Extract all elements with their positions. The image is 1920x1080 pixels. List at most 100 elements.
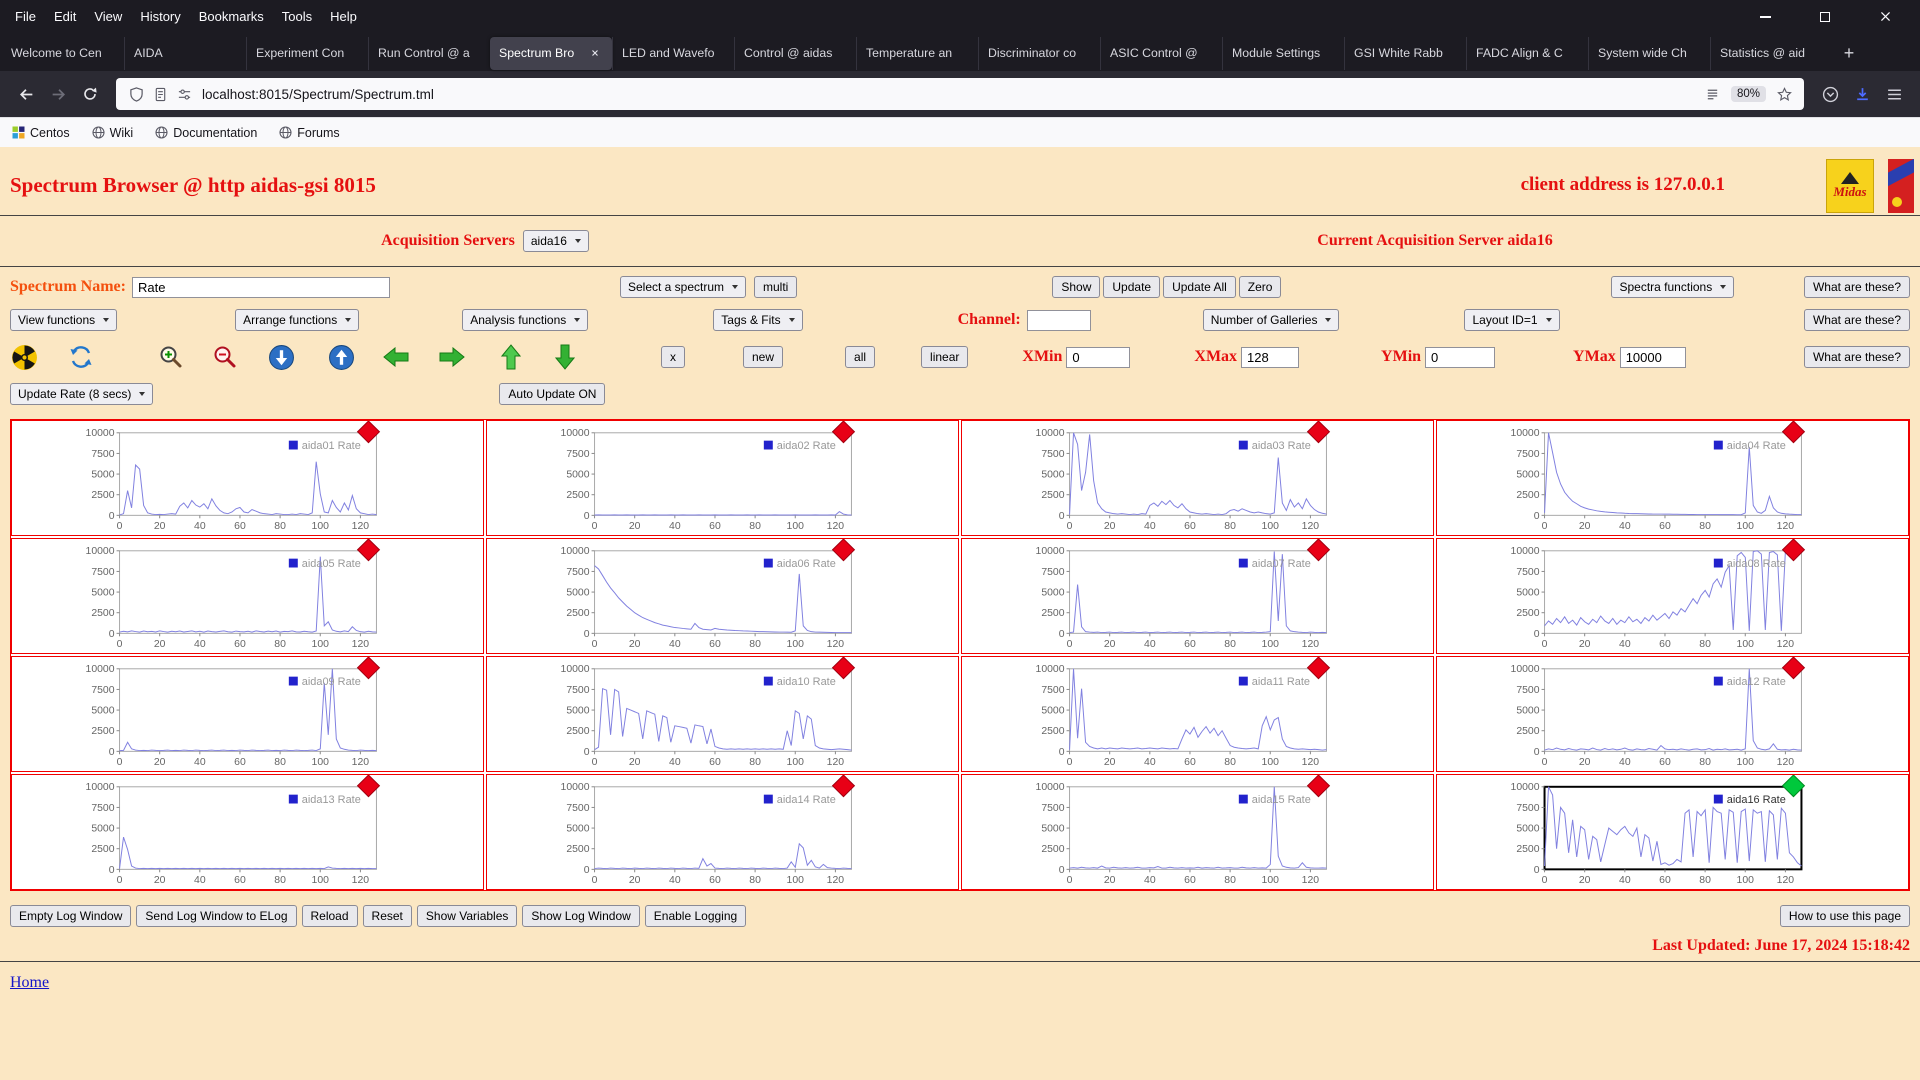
menu-edit[interactable]: Edit <box>45 5 85 28</box>
site-settings-icon[interactable] <box>172 83 196 105</box>
tags-fits-dropdown[interactable]: Tags & Fits <box>713 309 803 331</box>
update-rate-dropdown[interactable]: Update Rate (8 secs) <box>10 383 154 405</box>
zoom-out-icon[interactable] <box>211 343 239 371</box>
bookmark-centos[interactable]: Centos <box>12 126 70 140</box>
zero-button[interactable]: Zero <box>1238 276 1282 298</box>
menu-tools[interactable]: Tools <box>273 5 321 28</box>
new-tab-button[interactable]: + <box>1832 37 1866 70</box>
tab-experiment-con[interactable]: Experiment Con <box>246 36 368 70</box>
spectrum-panel-aida07[interactable]: 0 2500 5000 7500 10000 0 20 40 60 80 100 120 aida07 … <box>961 538 1434 654</box>
spectrum-panel-aida12[interactable]: 0 2500 5000 7500 10000 0 20 40 60 80 100 120 aida12 … <box>1436 656 1909 772</box>
bookmark-wiki[interactable]: Wiki <box>92 126 133 140</box>
analysis-functions-dropdown[interactable]: Analysis functions <box>462 309 589 331</box>
multi-button[interactable]: multi <box>754 276 798 298</box>
reset-button[interactable]: Reset <box>362 905 412 927</box>
layout-id-dropdown[interactable]: Layout ID=1 <box>1464 309 1560 331</box>
spectra-functions-dropdown[interactable]: Spectra functions <box>1611 276 1735 298</box>
spectrum-panel-aida15[interactable]: 0 2500 5000 7500 10000 0 20 40 60 80 100 120 aida15 … <box>961 774 1434 890</box>
tab-statistics-aid[interactable]: Statistics @ aid <box>1710 36 1832 70</box>
x-button[interactable]: x <box>661 346 685 368</box>
ymin-input[interactable] <box>1425 346 1496 368</box>
what-are-these-button-3[interactable]: What are these? <box>1803 346 1910 368</box>
tab-module-settings[interactable]: Module Settings <box>1222 36 1344 70</box>
xmin-input[interactable] <box>1066 346 1131 368</box>
empty-log-window-button[interactable]: Empty Log Window <box>10 905 132 927</box>
bookmark-forums[interactable]: Forums <box>279 126 340 140</box>
maximize-button[interactable] <box>1810 5 1840 29</box>
menu-help[interactable]: Help <box>321 5 366 28</box>
reload-button[interactable] <box>74 79 106 109</box>
tab-asic-control[interactable]: ASIC Control @ <box>1100 36 1222 70</box>
spectrum-panel-aida05[interactable]: 0 2500 5000 7500 10000 0 20 40 60 80 100 120 aida05 … <box>11 538 484 654</box>
menu-button[interactable] <box>1878 79 1910 109</box>
show-variables-button[interactable]: Show Variables <box>416 905 518 927</box>
tab-spectrum-bro[interactable]: Spectrum Bro <box>490 36 612 70</box>
send-log-window-to-elog-button[interactable]: Send Log Window to ELog <box>136 905 297 927</box>
bookmark-documentation[interactable]: Documentation <box>155 126 257 140</box>
tab-control-aidas[interactable]: Control @ aidas <box>734 36 856 70</box>
close-button[interactable] <box>1870 5 1900 29</box>
spectrum-panel-aida04[interactable]: 0 2500 5000 7500 10000 0 20 40 60 80 100 120 aida04 … <box>1436 420 1909 536</box>
circle-arrow-down-icon[interactable] <box>267 343 295 371</box>
page-info-icon[interactable] <box>148 83 172 105</box>
refresh-icon[interactable] <box>67 343 95 371</box>
arrow-left-icon[interactable] <box>382 343 410 371</box>
download-button[interactable] <box>1846 79 1878 109</box>
new-button[interactable]: new <box>743 346 784 368</box>
spectrum-panel-aida13[interactable]: 0 2500 5000 7500 10000 0 20 40 60 80 100 120 aida13 … <box>11 774 484 890</box>
tab-temperature-an[interactable]: Temperature an <box>856 36 978 70</box>
tab-discriminator-co[interactable]: Discriminator co <box>978 36 1100 70</box>
minimize-button[interactable] <box>1750 5 1780 29</box>
select-spectrum-dropdown[interactable]: Select a spectrum <box>619 276 747 298</box>
home-link[interactable]: Home <box>10 974 49 992</box>
show-button[interactable]: Show <box>1052 276 1101 298</box>
tab-close-icon[interactable] <box>587 45 603 61</box>
update-button[interactable]: Update <box>1103 276 1161 298</box>
reload-button[interactable]: Reload <box>301 905 358 927</box>
update-all-button[interactable]: Update All <box>1163 276 1236 298</box>
tab-run-control-a[interactable]: Run Control @ a <box>368 36 490 70</box>
spectrum-panel-aida08[interactable]: 0 2500 5000 7500 10000 0 20 40 60 80 100 120 aida08 … <box>1436 538 1909 654</box>
linear-button[interactable]: linear <box>921 346 969 368</box>
tab-aida[interactable]: AIDA <box>124 36 246 70</box>
arrow-up-icon[interactable] <box>497 343 525 371</box>
arrow-right-icon[interactable] <box>438 343 466 371</box>
what-are-these-button-1[interactable]: What are these? <box>1803 276 1910 298</box>
show-log-window-button[interactable]: Show Log Window <box>522 905 640 927</box>
reader-mode-icon[interactable] <box>1701 83 1725 105</box>
arrange-functions-dropdown[interactable]: Arrange functions <box>235 309 360 331</box>
tab-fadc-align-c[interactable]: FADC Align & C <box>1466 36 1588 70</box>
spectrum-panel-aida09[interactable]: 0 2500 5000 7500 10000 0 20 40 60 80 100 120 aida09 … <box>11 656 484 772</box>
zoom-in-icon[interactable] <box>157 343 185 371</box>
shield-icon[interactable] <box>124 83 148 105</box>
menu-view[interactable]: View <box>85 5 131 28</box>
spectrum-panel-aida01[interactable]: 0 2500 5000 7500 10000 0 20 40 60 80 100 120 aida01 … <box>11 420 484 536</box>
arrow-down-icon[interactable] <box>551 343 579 371</box>
acquisition-server-select[interactable]: aida16 <box>522 230 589 252</box>
spectrum-panel-aida03[interactable]: 0 2500 5000 7500 10000 0 20 40 60 80 100 120 aida03 … <box>961 420 1434 536</box>
spectrum-panel-aida02[interactable]: 0 2500 5000 7500 10000 0 20 40 60 80 100 120 aida02 … <box>486 420 959 536</box>
xmax-input[interactable] <box>1241 346 1300 368</box>
how-to-use-button[interactable]: How to use this page <box>1779 905 1910 927</box>
bookmark-star-icon[interactable] <box>1772 83 1796 105</box>
back-button[interactable] <box>10 79 42 109</box>
spectrum-panel-aida06[interactable]: 0 2500 5000 7500 10000 0 20 40 60 80 100 120 aida06 … <box>486 538 959 654</box>
spectrum-name-input[interactable] <box>131 276 390 298</box>
view-functions-dropdown[interactable]: View functions <box>10 309 118 331</box>
ymax-input[interactable] <box>1619 346 1686 368</box>
spectrum-panel-aida10[interactable]: 0 2500 5000 7500 10000 0 20 40 60 80 100 120 aida10 … <box>486 656 959 772</box>
pocket-button[interactable] <box>1814 79 1846 109</box>
what-are-these-button-2[interactable]: What are these? <box>1803 309 1910 331</box>
tab-welcome-to-cen[interactable]: Welcome to Cen <box>2 37 124 70</box>
circle-arrow-up-icon[interactable] <box>327 343 355 371</box>
all-button[interactable]: all <box>845 346 876 368</box>
menu-bookmarks[interactable]: Bookmarks <box>190 5 273 28</box>
menu-file[interactable]: File <box>6 5 45 28</box>
spectrum-panel-aida16[interactable]: 0 2500 5000 7500 10000 0 20 40 60 80 100 120 aida16 … <box>1436 774 1909 890</box>
url-text[interactable]: localhost:8015/Spectrum/Spectrum.tml <box>202 87 1701 102</box>
enable-logging-button[interactable]: Enable Logging <box>644 905 747 927</box>
spectrum-panel-aida14[interactable]: 0 2500 5000 7500 10000 0 20 40 60 80 100 120 aida14 … <box>486 774 959 890</box>
forward-button[interactable] <box>42 79 74 109</box>
channel-input[interactable] <box>1026 309 1091 331</box>
auto-update-button[interactable]: Auto Update ON <box>499 383 606 405</box>
